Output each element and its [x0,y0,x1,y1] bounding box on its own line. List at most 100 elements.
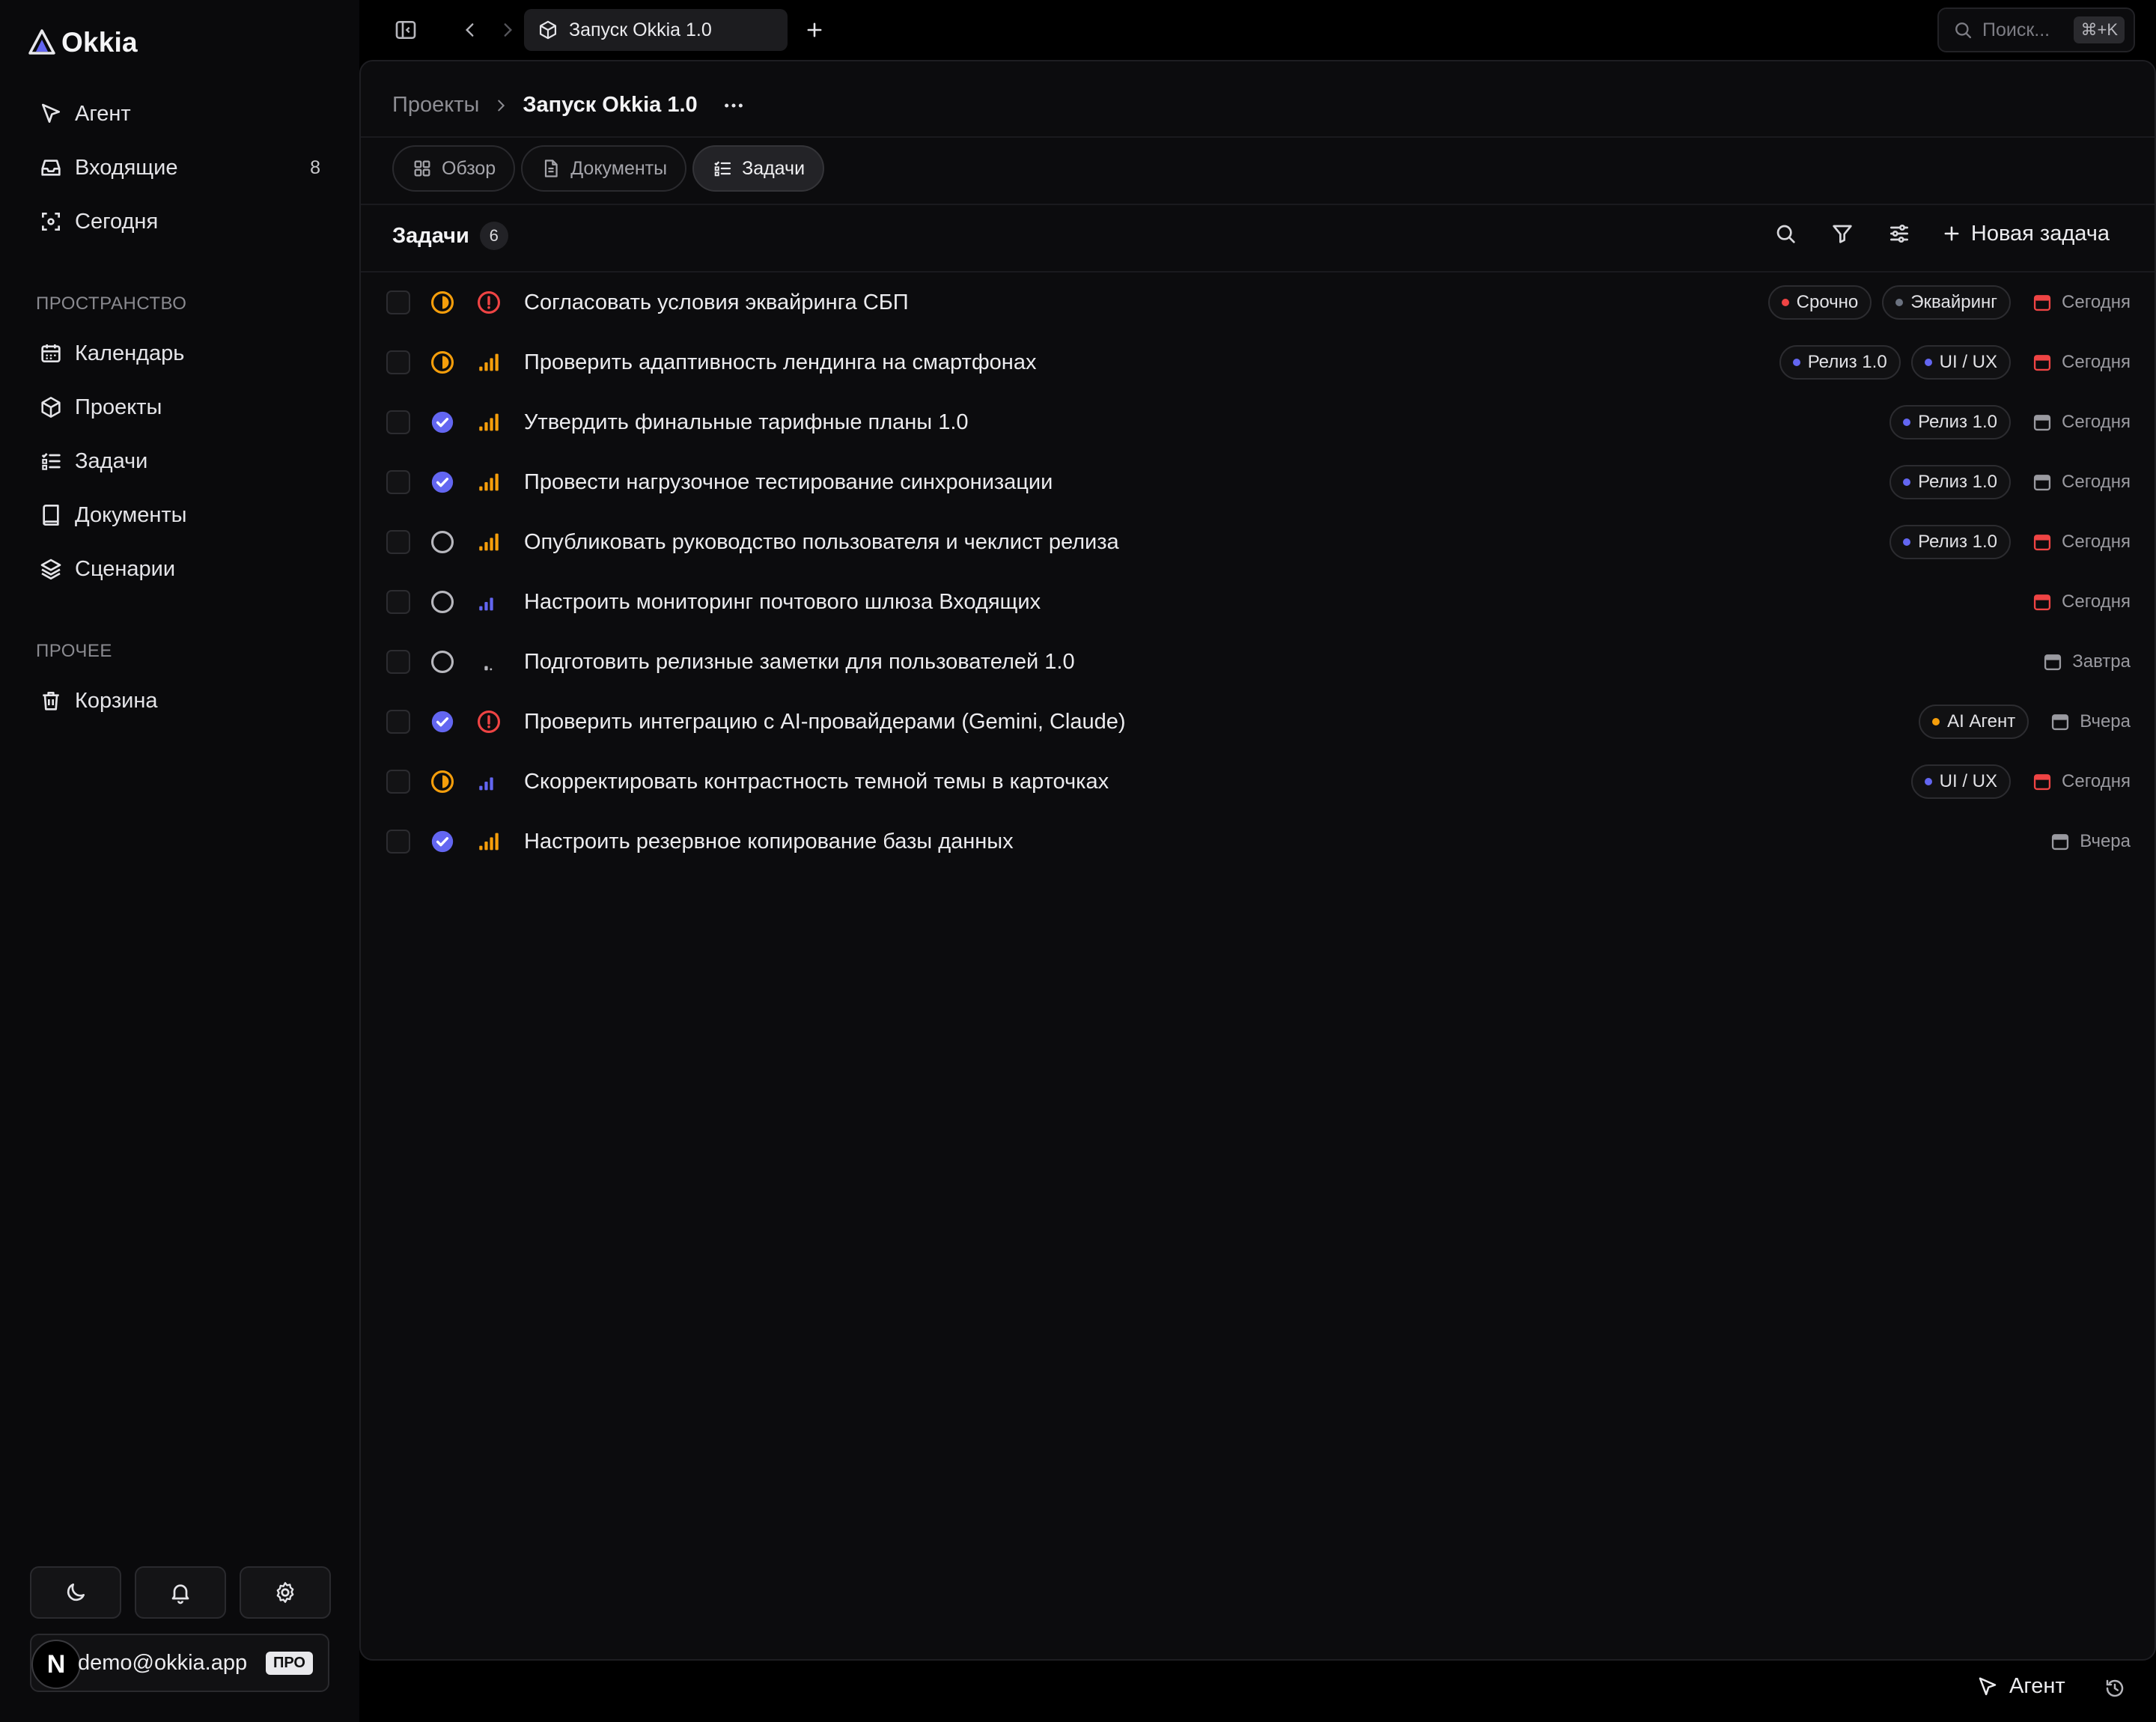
task-tag[interactable]: Релиз 1.0 [1889,465,2012,499]
task-title[interactable]: Проверить адаптивность лендинга на смарт… [524,350,1036,375]
task-tag[interactable]: Срочно [1767,285,1872,320]
task-row[interactable]: Опубликовать руководство пользователя и … [361,512,2155,572]
task-select-checkbox[interactable] [386,650,410,674]
task-select-checkbox[interactable] [386,590,410,614]
task-select-checkbox[interactable] [386,410,410,434]
task-priority[interactable] [476,589,502,615]
new-tab-button[interactable] [800,15,829,45]
view-settings-button[interactable] [1884,219,1914,249]
task-title[interactable]: Утвердить финальные тарифные планы 1.0 [524,410,969,435]
task-title[interactable]: Скорректировать контрастность темной тем… [524,770,1109,794]
task-tag[interactable]: Релиз 1.0 [1889,405,2012,439]
task-row[interactable]: Подготовить релизные заметки для пользов… [361,632,2155,692]
forward-button[interactable] [493,15,523,45]
sidebar-item-cube[interactable]: Проекты [21,385,332,430]
tab-grid[interactable]: Обзор [392,145,516,192]
task-tag[interactable]: Релиз 1.0 [1889,525,2012,559]
task-title[interactable]: Согласовать условия эквайринга СБП [524,290,909,315]
task-row[interactable]: Скорректировать контрастность темной тем… [361,752,2155,812]
sidebar-item-focus[interactable]: Сегодня [21,199,332,244]
task-priority[interactable] [476,769,502,794]
task-row[interactable]: Настроить резервное копирование базы дан… [361,812,2155,871]
task-priority[interactable] [476,350,502,375]
task-row[interactable]: Проверить адаптивность лендинга на смарт… [361,332,2155,392]
task-select-checkbox[interactable] [386,710,410,734]
task-tag[interactable]: Эквайринг [1882,285,2012,320]
task-due-date[interactable]: Сегодня [2032,352,2131,373]
sidebar-item-layers[interactable]: Сценарии [21,547,332,591]
task-title[interactable]: Настроить резервное копирование базы дан… [524,830,1014,854]
tab-list-check[interactable]: Задачи [692,145,825,192]
task-due-date[interactable]: Сегодня [2032,771,2131,792]
new-task-button[interactable]: Новая задача [1941,222,2110,246]
app-logo[interactable]: Okkia [27,27,138,58]
task-select-checkbox[interactable] [386,770,410,794]
task-select-checkbox[interactable] [386,290,410,314]
toggle-sidebar-button[interactable] [391,15,421,45]
more-options-button[interactable] [722,94,746,118]
sidebar-item-trash[interactable]: Корзина [21,678,332,723]
task-due-date[interactable]: Сегодня [2032,591,2131,612]
task-due-date[interactable]: Сегодня [2032,412,2131,433]
settings-button[interactable] [240,1566,331,1619]
task-row[interactable]: Настроить мониторинг почтового шлюза Вхо… [361,572,2155,632]
task-status-toggle[interactable] [430,529,455,555]
task-tag[interactable]: UI / UX [1910,764,2012,799]
task-status-toggle[interactable] [430,769,455,794]
sidebar-item-inbox[interactable]: Входящие 8 [21,145,332,190]
task-row[interactable]: Согласовать условия эквайринга СБП Срочн… [361,273,2155,332]
task-title[interactable]: Провести нагрузочное тестирование синхро… [524,470,1053,495]
task-due-date[interactable]: Сегодня [2032,532,2131,553]
history-button[interactable] [2104,1677,2126,1700]
task-title[interactable]: Проверить интеграцию с AI-провайдерами (… [524,710,1126,734]
task-priority[interactable] [476,529,502,555]
task-status-toggle[interactable] [430,410,455,435]
task-tag[interactable]: AI Агент [1919,705,2029,739]
sidebar-item-list-check[interactable]: Задачи [21,439,332,484]
task-due-date[interactable]: Сегодня [2032,292,2131,313]
task-title[interactable]: Опубликовать руководство пользователя и … [524,530,1119,555]
task-status-toggle[interactable] [430,290,455,315]
task-select-checkbox[interactable] [386,530,410,554]
task-title[interactable]: Подготовить релизные заметки для пользов… [524,650,1075,675]
global-search[interactable]: Поиск... ⌘+K [1937,7,2135,52]
browser-tab-active[interactable]: Запуск Okkia 1.0 [524,9,788,51]
theme-toggle-button[interactable] [30,1566,121,1619]
task-status-toggle[interactable] [430,829,455,854]
tab-document[interactable]: Документы [521,145,687,192]
task-priority[interactable] [476,290,502,315]
task-status-toggle[interactable] [430,709,455,734]
task-priority[interactable] [476,709,502,734]
filter-button[interactable] [1827,219,1857,249]
notifications-button[interactable] [135,1566,226,1619]
task-priority[interactable] [476,649,502,675]
task-priority[interactable] [476,469,502,495]
task-select-checkbox[interactable] [386,830,410,854]
task-tag[interactable]: UI / UX [1910,345,2012,380]
task-status-toggle[interactable] [430,350,455,375]
task-status-toggle[interactable] [430,589,455,615]
task-row[interactable]: Утвердить финальные тарифные планы 1.0 Р… [361,392,2155,452]
task-due-date[interactable]: Сегодня [2032,472,2131,493]
search-tasks-button[interactable] [1770,219,1800,249]
task-due-date[interactable]: Вчера [2050,831,2131,852]
sidebar-item-calendar[interactable]: Календарь [21,331,332,376]
task-priority[interactable] [476,410,502,435]
task-due-date[interactable]: Вчера [2050,711,2131,732]
task-tag[interactable]: Релиз 1.0 [1779,345,1901,380]
task-select-checkbox[interactable] [386,470,410,494]
task-row[interactable]: Провести нагрузочное тестирование синхро… [361,452,2155,512]
task-status-toggle[interactable] [430,469,455,495]
task-row[interactable]: Проверить интеграцию с AI-провайдерами (… [361,692,2155,752]
back-button[interactable] [455,15,485,45]
task-title[interactable]: Настроить мониторинг почтового шлюза Вхо… [524,590,1041,615]
task-priority[interactable] [476,829,502,854]
agent-launcher-button[interactable]: Агент [1976,1674,2065,1699]
task-status-toggle[interactable] [430,649,455,675]
sidebar-item-book[interactable]: Документы [21,493,332,538]
user-card[interactable]: N demo@okkia.app ПРО [30,1634,329,1692]
sidebar-item-cursor[interactable]: Агент [21,91,332,136]
breadcrumb-projects[interactable]: Проекты [392,93,479,118]
task-select-checkbox[interactable] [386,350,410,374]
task-due-date[interactable]: Завтра [2042,651,2131,672]
